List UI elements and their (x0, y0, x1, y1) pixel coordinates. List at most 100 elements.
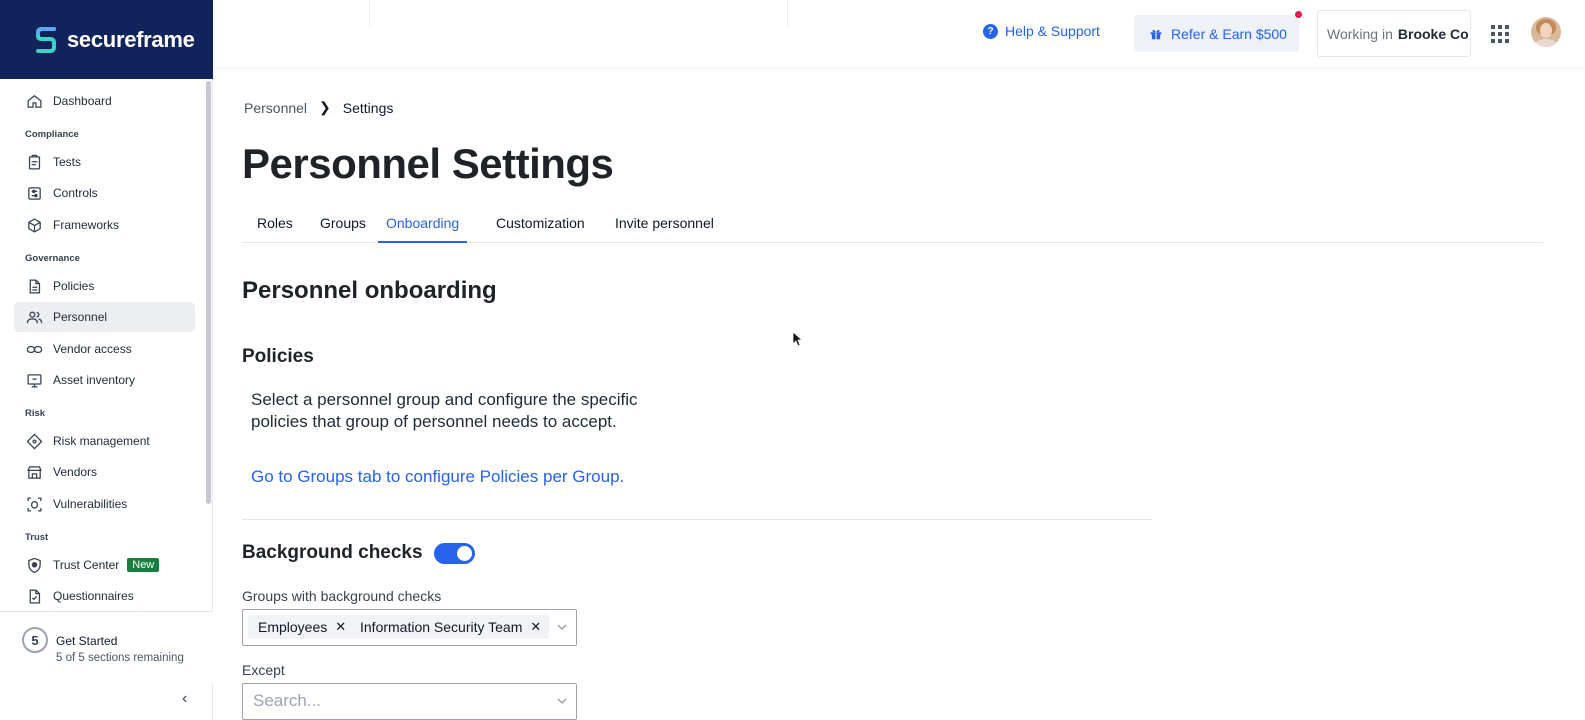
topbar-divider (787, 0, 788, 28)
breadcrumb: Personnel ❯ Settings (244, 99, 393, 116)
sidebar-section-trust: Trust (25, 532, 49, 543)
tab-roles[interactable]: Roles (257, 215, 293, 243)
except-search-placeholder: Search... (253, 691, 322, 710)
breadcrumb-personnel-link[interactable]: Personnel (244, 100, 307, 116)
get-started-panel[interactable]: 5 Get Started 5 of 5 sections remaining (0, 611, 213, 684)
sidebar-item-label: Trust Center (53, 558, 120, 572)
sidebar-item-questionnaires[interactable]: Questionnaires (14, 581, 195, 610)
refer-earn-label: Refer & Earn $500 (1171, 25, 1287, 42)
sidebar-item-dashboard[interactable]: Dashboard (14, 86, 195, 116)
question-icon: ? (983, 23, 998, 39)
logo[interactable]: secureframe (0, 0, 213, 79)
top-bar: ? Help & Support Refer & Earn $500 Worki… (213, 0, 1585, 67)
sidebar-item-label: Tests (53, 155, 82, 169)
working-in-label: Working in (1327, 25, 1393, 42)
gift-icon (1150, 29, 1162, 39)
users-icon (26, 311, 43, 323)
sidebar-item-asset-inventory[interactable]: Asset inventory (14, 365, 195, 395)
group-chip: Employees ✕ (248, 615, 355, 639)
sidebar-item-label: Vendors (53, 465, 98, 479)
breadcrumb-current: Settings (342, 99, 394, 116)
groups-label: Groups with background checks (242, 588, 442, 604)
sidebar-item-controls[interactable]: Controls (14, 178, 195, 208)
divider (242, 519, 1152, 520)
sidebar: secureframe Dashboard Compliance Tests C… (0, 0, 213, 720)
mouse-cursor-icon (793, 332, 803, 346)
chevron-down-icon[interactable] (556, 695, 568, 707)
workspace-switcher[interactable]: Working in Brooke Co (1317, 10, 1471, 57)
sidebar-item-label: Dashboard (53, 94, 112, 108)
main-content: Personnel ❯ Settings Personnel Settings … (213, 67, 1585, 720)
company-name: Brooke Co (1397, 25, 1469, 42)
sidebar-item-label: Questionnaires (53, 589, 134, 603)
chip-label: Employees (258, 619, 328, 635)
sidebar-item-risk-management[interactable]: Risk management (14, 426, 195, 456)
sidebar-item-vendor-access[interactable]: Vendor access (14, 334, 195, 364)
clipboard-icon (28, 154, 41, 170)
link-icon (26, 345, 43, 353)
sidebar-scrollbar[interactable] (206, 81, 211, 504)
sidebar-section-risk: Risk (25, 408, 46, 419)
groups-tab-link[interactable]: Go to Groups tab to configure Policies p… (251, 467, 624, 487)
cube-icon (28, 217, 41, 233)
help-support-button[interactable]: ? Help & Support (983, 23, 1100, 39)
monitor-icon (27, 373, 42, 388)
sidebar-item-label: Frameworks (53, 218, 120, 232)
policies-description: Select a personnel group and configure t… (251, 390, 638, 431)
collapse-sidebar-icon[interactable]: ‹ (182, 690, 187, 708)
sidebar-item-vulnerabilities[interactable]: Vulnerabilities (14, 489, 195, 519)
shield-icon (28, 557, 41, 573)
background-checks-toggle[interactable] (434, 543, 475, 564)
sidebar-item-tests[interactable]: Tests (14, 147, 195, 177)
chevron-right-icon: ❯ (319, 99, 331, 115)
tab-invite-personnel[interactable]: Invite personnel (615, 215, 714, 243)
new-badge: New (127, 558, 160, 572)
store-icon (27, 465, 42, 479)
topbar-divider (369, 0, 370, 28)
sidebar-item-trust-center[interactable]: Trust Center New (14, 550, 195, 580)
notification-dot (1295, 11, 1302, 18)
bug-icon (27, 496, 42, 512)
sidebar-item-personnel[interactable]: Personnel (14, 302, 195, 332)
remove-chip-icon[interactable]: ✕ (530, 619, 541, 635)
sidebar-item-label: Personnel (53, 310, 108, 324)
remove-chip-icon[interactable]: ✕ (335, 619, 346, 635)
progress-ring: 5 (22, 627, 48, 653)
chevron-down-icon[interactable] (556, 621, 568, 633)
tab-groups[interactable]: Groups (320, 215, 366, 243)
sidebar-item-policies[interactable]: Policies (14, 271, 195, 301)
sidebar-item-vendors[interactable]: Vendors (14, 457, 195, 487)
get-started-subtitle: 5 of 5 sections remaining (56, 652, 184, 664)
get-started-title: Get Started (56, 634, 118, 648)
diamond-icon (26, 433, 43, 449)
secureframe-logo-icon (36, 26, 56, 53)
sidebar-section-compliance: Compliance (25, 129, 79, 140)
background-checks-title: Background checks (242, 542, 423, 563)
refer-earn-button[interactable]: Refer & Earn $500 (1134, 15, 1299, 52)
groups-multiselect[interactable]: Employees ✕ Information Security Team ✕ (242, 609, 577, 646)
help-support-label: Help & Support (1005, 23, 1100, 39)
chip-label: Information Security Team (360, 619, 523, 635)
apps-grid-icon[interactable] (1491, 25, 1509, 43)
questionnaire-icon (29, 588, 41, 604)
document-icon (29, 278, 41, 294)
sidebar-item-frameworks[interactable]: Frameworks (14, 210, 195, 240)
except-label: Except (242, 662, 285, 678)
except-search-select[interactable]: Search... (242, 683, 577, 720)
group-chip: Information Security Team ✕ (350, 615, 550, 639)
sliders-icon (28, 186, 41, 200)
sidebar-item-label: Asset inventory (53, 373, 136, 387)
sidebar-item-label: Controls (53, 186, 98, 200)
sidebar-item-label: Risk management (53, 434, 150, 448)
home-icon (27, 94, 42, 108)
sidebar-item-label: Vendor access (53, 342, 132, 356)
sidebar-item-label: Vulnerabilities (53, 497, 128, 511)
policies-title: Policies (242, 346, 314, 367)
sidebar-item-label: Policies (53, 279, 95, 293)
user-avatar[interactable] (1531, 17, 1561, 47)
settings-tabs: Roles Groups Onboarding Customization In… (242, 207, 1543, 243)
tab-onboarding[interactable]: Onboarding (378, 215, 468, 243)
section-title: Personnel onboarding (242, 277, 497, 304)
tab-customization[interactable]: Customization (496, 215, 585, 243)
brand-name: secureframe (67, 26, 195, 52)
